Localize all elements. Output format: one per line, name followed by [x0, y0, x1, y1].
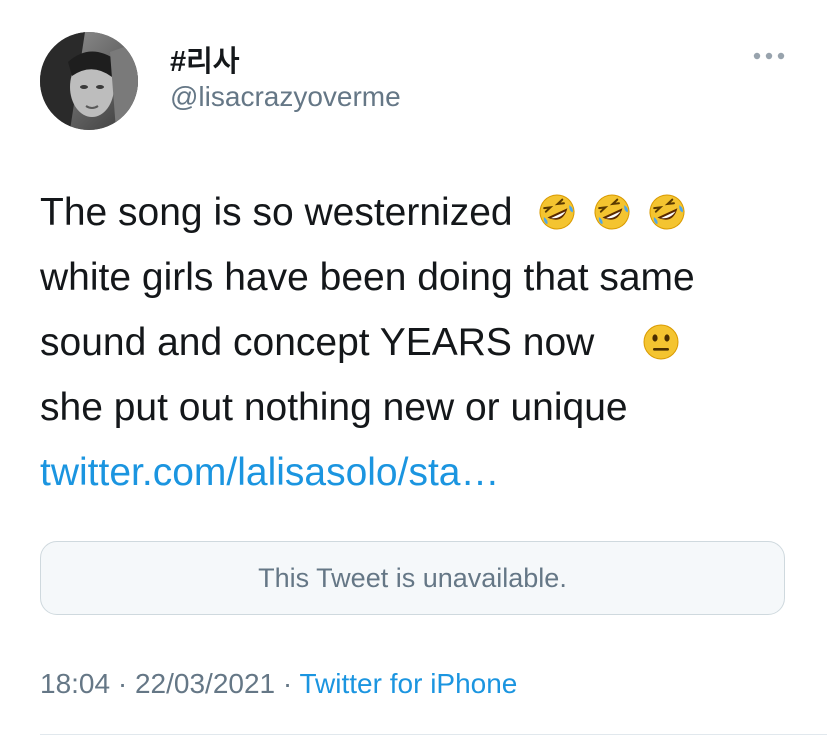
user-handle[interactable]: @lisacrazyoverme [170, 81, 401, 113]
profile-photo [40, 32, 138, 130]
tweet-date[interactable]: 22/03/2021 [135, 668, 275, 699]
tweet-line-text: sound and concept YEARS now [40, 321, 595, 364]
tweet-line-text: white girls have been doing that same [40, 256, 695, 299]
quoted-tweet-card[interactable]: This Tweet is unavailable. [40, 541, 785, 615]
tweet-link[interactable]: twitter.com/lalisasolo/sta… [40, 451, 500, 494]
tweet-line: twitter.com/lalisasolo/sta… [40, 440, 800, 505]
tweet-line: The song is so westernized [40, 180, 800, 245]
display-name[interactable]: #리사 [170, 38, 240, 80]
tweet-text: The song is so westernized white girls h… [40, 180, 800, 505]
quoted-tweet-unavailable-text: This Tweet is unavailable. [258, 562, 567, 593]
tweet-line: sound and concept YEARS now [40, 310, 800, 375]
tweet-source-link[interactable]: Twitter for iPhone [300, 668, 518, 699]
tweet-time[interactable]: 18:04 [40, 668, 110, 699]
ellipsis-icon[interactable] [752, 49, 786, 61]
rolling-on-the-floor-laughing-emoji [592, 192, 632, 232]
rolling-on-the-floor-laughing-emoji [537, 192, 577, 232]
avatar[interactable] [40, 32, 138, 130]
tweet-line: she put out nothing new or unique [40, 375, 800, 440]
divider [40, 734, 827, 735]
meta-separator: · [282, 668, 293, 699]
tweet-line-text: she put out nothing new or unique [40, 386, 628, 429]
meta-separator: · [117, 668, 128, 699]
tweet-metadata: 18:04 · 22/03/2021 · Twitter for iPhone [40, 668, 517, 700]
rolling-on-the-floor-laughing-emoji [647, 192, 687, 232]
tweet-line: white girls have been doing that same [40, 245, 800, 310]
neutral-face-emoji [641, 322, 681, 362]
tweet-line-text: The song is so westernized [40, 191, 513, 234]
